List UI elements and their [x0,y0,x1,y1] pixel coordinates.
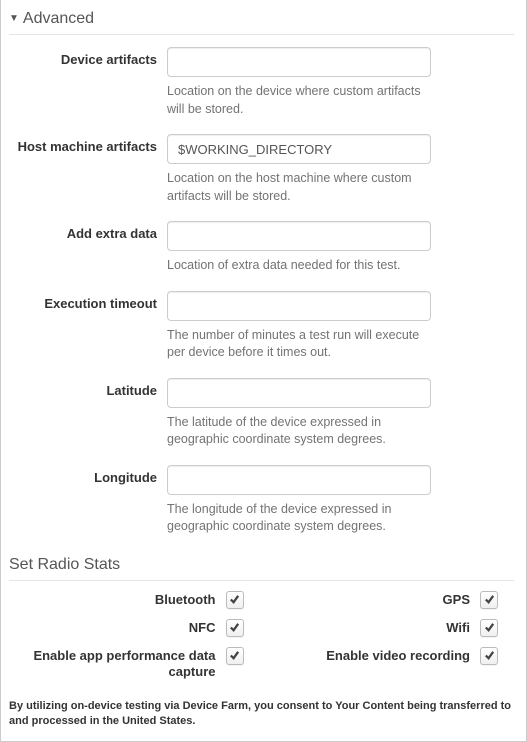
radio-item-nfc: NFC [9,619,244,637]
label-longitude: Longitude [9,463,167,485]
label-execution-timeout: Execution timeout [9,289,167,311]
caret-down-icon: ▼ [9,14,19,24]
help-device-artifacts: Location on the device where custom arti… [167,83,437,118]
label-device-artifacts: Device artifacts [9,45,167,67]
label-wifi: Wifi [446,619,470,637]
check-icon [484,594,495,605]
label-app-perf: Enable app performance data capture [9,647,216,682]
row-device-artifacts: Device artifacts Location on the device … [9,45,514,128]
advanced-section-header[interactable]: ▼ Advanced [9,6,514,35]
label-nfc: NFC [189,619,216,637]
help-add-extra-data: Location of extra data needed for this t… [167,257,437,275]
check-icon [229,650,240,661]
check-icon [484,650,495,661]
check-icon [229,594,240,605]
help-execution-timeout: The number of minutes a test run will ex… [167,327,437,362]
help-host-machine-artifacts: Location on the host machine where custo… [167,170,437,205]
input-latitude[interactable] [167,378,431,408]
checkbox-bluetooth[interactable] [226,591,244,609]
radio-stats-title: Set Radio Stats [9,556,120,574]
radio-item-bluetooth: Bluetooth [9,591,244,609]
row-longitude: Longitude The longitude of the device ex… [9,463,514,546]
checkbox-app-perf[interactable] [226,647,244,665]
label-latitude: Latitude [9,376,167,398]
input-device-artifacts[interactable] [167,47,431,77]
checkbox-wifi[interactable] [480,619,498,637]
label-video-rec: Enable video recording [326,647,470,665]
radio-item-video-rec: Enable video recording [264,647,499,682]
checkbox-nfc[interactable] [226,619,244,637]
row-execution-timeout: Execution timeout The number of minutes … [9,289,514,372]
advanced-section-title: Advanced [23,10,94,28]
input-execution-timeout[interactable] [167,291,431,321]
label-bluetooth: Bluetooth [155,591,216,609]
checkbox-video-rec[interactable] [480,647,498,665]
radio-stats-grid: Bluetooth GPS NFC Wifi Enable app perfor [9,591,514,682]
input-host-machine-artifacts[interactable] [167,134,431,164]
row-add-extra-data: Add extra data Location of extra data ne… [9,219,514,285]
help-longitude: The longitude of the device expressed in… [167,501,437,536]
radio-item-app-perf: Enable app performance data capture [9,647,244,682]
radio-item-gps: GPS [264,591,499,609]
check-icon [484,622,495,633]
input-add-extra-data[interactable] [167,221,431,251]
label-add-extra-data: Add extra data [9,219,167,241]
row-latitude: Latitude The latitude of the device expr… [9,376,514,459]
checkbox-gps[interactable] [480,591,498,609]
label-gps: GPS [443,591,470,609]
label-host-machine-artifacts: Host machine artifacts [9,132,167,154]
row-host-machine-artifacts: Host machine artifacts Location on the h… [9,132,514,215]
radio-item-wifi: Wifi [264,619,499,637]
radio-stats-header: Set Radio Stats [9,552,514,581]
check-icon [229,622,240,633]
consent-text: By utilizing on-device testing via Devic… [9,699,514,729]
help-latitude: The latitude of the device expressed in … [167,414,437,449]
input-longitude[interactable] [167,465,431,495]
